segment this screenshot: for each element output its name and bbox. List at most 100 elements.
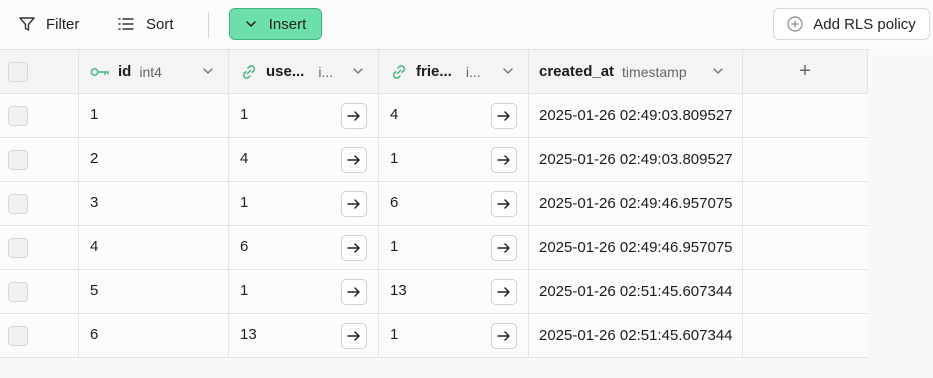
cell-value: 2 (90, 150, 99, 167)
view-reference-button[interactable] (491, 323, 517, 349)
view-reference-button[interactable] (341, 103, 367, 129)
add-column-button[interactable]: + (743, 50, 868, 93)
row-select-cell (0, 270, 79, 313)
cell-created-at[interactable]: 2025-01-26 02:49:46.957075 (529, 182, 743, 225)
cell-value: 1 (90, 106, 99, 123)
row-checkbox[interactable] (8, 105, 28, 126)
chevron-down-icon[interactable] (202, 64, 214, 78)
column-header-created-at[interactable]: created_at timestamp (529, 50, 743, 93)
chevron-down-icon[interactable] (352, 64, 364, 78)
insert-button[interactable]: Insert (229, 8, 322, 40)
cell-id[interactable]: 6 (79, 314, 229, 357)
cell-id[interactable]: 3 (79, 182, 229, 225)
list-icon (118, 18, 134, 30)
row-checkbox[interactable] (8, 193, 28, 214)
cell-id[interactable]: 1 (79, 94, 229, 137)
cell-created-at[interactable]: 2025-01-26 02:51:45.607344 (529, 314, 743, 357)
cell-value: 1 (240, 282, 249, 299)
view-reference-button[interactable] (341, 235, 367, 261)
row-select-cell (0, 226, 79, 269)
cell-created-at[interactable]: 2025-01-26 02:49:03.809527 (529, 94, 743, 137)
row-checkbox[interactable] (8, 237, 28, 258)
cell-id[interactable]: 4 (79, 226, 229, 269)
link-icon (240, 63, 258, 81)
filter-button[interactable]: Filter (18, 8, 79, 40)
view-reference-button[interactable] (491, 147, 517, 173)
toolbar-divider (208, 12, 209, 38)
cell-user[interactable]: 4 (229, 138, 379, 181)
view-reference-button[interactable] (341, 147, 367, 173)
column-name: id (118, 63, 132, 80)
filter-label: Filter (46, 15, 80, 33)
cell-user[interactable]: 1 (229, 94, 379, 137)
cell-value: 4 (90, 238, 99, 255)
arrow-right-icon (497, 199, 510, 209)
cell-user[interactable]: 6 (229, 226, 379, 269)
cell-id[interactable]: 2 (79, 138, 229, 181)
plus-circle-icon (787, 16, 803, 32)
cell-created-at[interactable]: 2025-01-26 02:49:46.957075 (529, 226, 743, 269)
cell-user[interactable]: 1 (229, 270, 379, 313)
arrow-right-icon (347, 243, 360, 253)
link-icon (390, 63, 408, 81)
select-all-checkbox[interactable] (8, 61, 28, 82)
add-rls-policy-button[interactable]: Add RLS policy (773, 8, 930, 40)
cell-value: 2025-01-26 02:49:46.957075 (539, 239, 733, 256)
view-reference-button[interactable] (341, 323, 367, 349)
view-reference-button[interactable] (491, 103, 517, 129)
sort-button[interactable]: Sort (118, 8, 174, 40)
chevron-down-icon[interactable] (502, 64, 514, 78)
cell-value: 13 (240, 326, 257, 343)
table-row[interactable]: 5 1 13 2025-01-26 02:51:45.607344 (0, 270, 868, 314)
row-checkbox[interactable] (8, 325, 28, 346)
cell-created-at[interactable]: 2025-01-26 02:49:03.809527 (529, 138, 743, 181)
chevron-down-icon (245, 21, 256, 27)
view-reference-button[interactable] (491, 279, 517, 305)
view-reference-button[interactable] (491, 191, 517, 217)
cell-value: 6 (240, 238, 249, 255)
cell-id[interactable]: 5 (79, 270, 229, 313)
cell-value: 2025-01-26 02:51:45.607344 (539, 327, 733, 344)
cell-value: 4 (240, 150, 249, 167)
row-checkbox[interactable] (8, 281, 28, 302)
arrow-right-icon (497, 243, 510, 253)
arrow-right-icon (497, 155, 510, 165)
column-type: i... (318, 63, 334, 80)
table-toolbar: Filter Sort Insert Add RLS policy (0, 0, 933, 49)
row-select-cell (0, 138, 79, 181)
cell-friend[interactable]: 13 (379, 270, 529, 313)
arrow-right-icon (347, 111, 360, 121)
cell-friend[interactable]: 1 (379, 138, 529, 181)
table-row[interactable]: 3 1 6 2025-01-26 02:49:46.957075 (0, 182, 868, 226)
cell-friend[interactable]: 6 (379, 182, 529, 225)
cell-value: 2025-01-26 02:49:03.809527 (539, 107, 733, 124)
select-all-cell (0, 50, 79, 93)
cell-user[interactable]: 13 (229, 314, 379, 357)
column-header-id[interactable]: id int4 (79, 50, 229, 93)
insert-label: Insert (268, 15, 307, 33)
arrow-right-icon (347, 199, 360, 209)
table-row[interactable]: 4 6 1 2025-01-26 02:49:46.957075 (0, 226, 868, 270)
table-row[interactable]: 1 1 4 2025-01-26 02:49:03.809527 (0, 94, 868, 138)
arrow-right-icon (347, 331, 360, 341)
view-reference-button[interactable] (341, 279, 367, 305)
column-name: created_at (539, 63, 615, 80)
column-header-friend[interactable]: frie... i... (379, 50, 529, 93)
row-checkbox[interactable] (8, 149, 28, 170)
cell-user[interactable]: 1 (229, 182, 379, 225)
chevron-down-icon[interactable] (712, 64, 724, 78)
column-header-user[interactable]: use... i... (229, 50, 379, 93)
row-select-cell (0, 314, 79, 357)
column-type: i... (465, 63, 481, 80)
cell-friend[interactable]: 4 (379, 94, 529, 137)
cell-created-at[interactable]: 2025-01-26 02:51:45.607344 (529, 270, 743, 313)
view-reference-button[interactable] (491, 235, 517, 261)
arrow-right-icon (497, 287, 510, 297)
table-row[interactable]: 6 13 1 2025-01-26 02:51:45.607344 (0, 314, 868, 358)
cell-friend[interactable]: 1 (379, 314, 529, 357)
arrow-right-icon (497, 331, 510, 341)
cell-friend[interactable]: 1 (379, 226, 529, 269)
table-row[interactable]: 2 4 1 2025-01-26 02:49:03.809527 (0, 138, 868, 182)
view-reference-button[interactable] (341, 191, 367, 217)
sort-label: Sort (146, 15, 174, 33)
